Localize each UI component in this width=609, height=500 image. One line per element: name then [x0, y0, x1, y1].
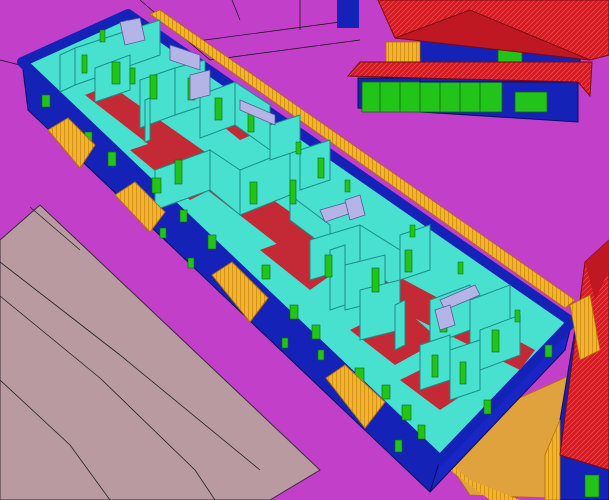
building-scene: [0, 0, 609, 500]
house2-window: [584, 474, 600, 498]
3d-viewport[interactable]: [0, 0, 609, 500]
house-edge-blue: [337, 0, 359, 28]
house-window-lower: [514, 91, 548, 113]
house-glazing: [361, 81, 503, 113]
